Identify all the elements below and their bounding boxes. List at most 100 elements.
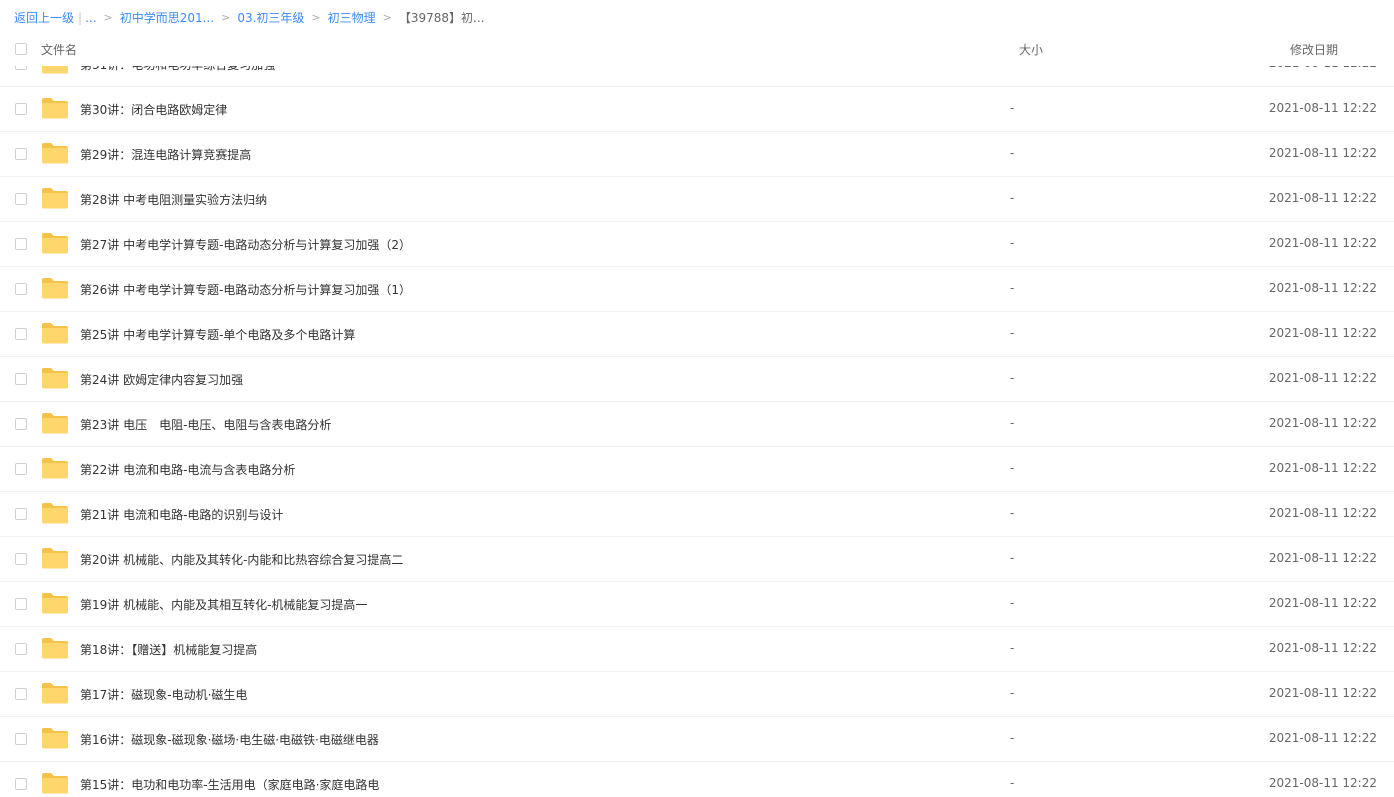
table-row[interactable]: 第30讲：闭合电路欧姆定律 - 2021-08-11 12:22 — [0, 87, 1394, 132]
row-checkbox[interactable] — [15, 373, 27, 385]
file-size: - — [1010, 776, 1015, 790]
folder-icon — [42, 458, 68, 479]
folder-icon — [42, 503, 68, 524]
table-row[interactable]: 第18讲：【赠送】机械能复习提高 - 2021-08-11 12:22 — [0, 627, 1394, 672]
file-date: 2021-08-11 12:22 — [1268, 371, 1377, 385]
row-checkbox[interactable] — [15, 688, 27, 700]
file-name[interactable]: 第28讲 中考电阻测量实验方法归纳 — [80, 191, 267, 208]
folder-icon — [42, 98, 68, 119]
table-row[interactable]: 第15讲：电功和电功率-生活用电（家庭电路·家庭电路电 - 2021-08-11 1… — [0, 762, 1394, 797]
file-size: - — [1010, 371, 1015, 385]
table-row[interactable]: 第24讲 欧姆定律内容复习加强 - 2021-08-11 12:22 — [0, 357, 1394, 402]
row-checkbox[interactable] — [15, 643, 27, 655]
table-row[interactable]: 第28讲 中考电阻测量实验方法归纳 - 2021-08-11 12:22 — [0, 177, 1394, 222]
file-name[interactable]: 第18讲：【赠送】机械能复习提高 — [80, 641, 257, 658]
table-row[interactable]: 第26讲 中考电学计算专题-电路动态分析与计算复习加强（1） - 2021-08-1… — [0, 267, 1394, 312]
file-name[interactable]: 第22讲 电流和电路-电流与含表电路分析 — [80, 461, 295, 478]
file-size: - — [1010, 281, 1015, 295]
file-date: 2021-08-11 12:22 — [1268, 326, 1377, 340]
row-checkbox[interactable] — [15, 598, 27, 610]
row-checkbox[interactable] — [15, 733, 27, 745]
file-date: 2021-08-11 12:22 — [1268, 776, 1377, 790]
file-name[interactable]: 第16讲：磁现象-磁现象·磁场·电生磁·电磁铁·电磁继电器 — [80, 731, 379, 748]
file-manager-page: 返回上一级 | ... > 初中学而思201... > 03.初三年级 > 初三… — [0, 0, 1394, 797]
folder-icon — [42, 593, 68, 614]
column-header-date[interactable]: 修改日期 — [1290, 41, 1338, 58]
row-checkbox[interactable] — [15, 238, 27, 250]
file-size: - — [1010, 551, 1015, 565]
file-name[interactable]: 第24讲 欧姆定律内容复习加强 — [80, 371, 243, 388]
file-size: - — [1010, 641, 1015, 655]
file-date: 2021-08-11 12:22 — [1268, 236, 1377, 250]
file-name[interactable]: 第23讲 电压 电阻-电压、电阻与含表电路分析 — [80, 416, 331, 433]
table-row[interactable]: 第16讲：磁现象-磁现象·磁场·电生磁·电磁铁·电磁继电器 - 2021-08-11… — [0, 717, 1394, 762]
file-date: 2021-08-11 12:22 — [1268, 191, 1377, 205]
file-name[interactable]: 第17讲：磁现象-电动机·磁生电 — [80, 686, 247, 703]
file-date: 2021-08-11 12:22 — [1268, 641, 1377, 655]
chevron-right-icon: > — [221, 11, 231, 24]
row-checkbox[interactable] — [15, 148, 27, 160]
file-size: - — [1010, 236, 1015, 250]
breadcrumb: 返回上一级 | ... > 初中学而思201... > 03.初三年级 > 初三… — [14, 9, 484, 27]
breadcrumb-current: 【39788】初... — [398, 11, 485, 25]
row-checkbox[interactable] — [15, 553, 27, 565]
folder-icon — [42, 773, 68, 794]
file-date: 2021-08-11 12:22 — [1268, 101, 1377, 115]
table-row[interactable]: 第19讲 机械能、内能及其相互转化-机械能复习提高一 - 2021-08-11 12… — [0, 582, 1394, 627]
folder-icon — [42, 638, 68, 659]
row-checkbox[interactable] — [15, 778, 27, 790]
file-name[interactable]: 第27讲 中考电学计算专题-电路动态分析与计算复习加强（2） — [80, 236, 411, 253]
table-row[interactable]: 第23讲 电压 电阻-电压、电阻与含表电路分析 - 2021-08-11 12:22 — [0, 402, 1394, 447]
file-size: - — [1010, 686, 1015, 700]
file-size: - — [1010, 101, 1015, 115]
row-checkbox[interactable] — [15, 508, 27, 520]
chevron-right-icon: > — [311, 11, 321, 24]
row-checkbox[interactable] — [15, 418, 27, 430]
file-name[interactable]: 第30讲：闭合电路欧姆定律 — [80, 101, 227, 118]
file-name[interactable]: 第29讲：混连电路计算竞赛提高 — [80, 146, 251, 163]
folder-icon — [42, 683, 68, 704]
table-row[interactable]: 第21讲 电流和电路-电路的识别与设计 - 2021-08-11 12:22 — [0, 492, 1394, 537]
file-size: - — [1010, 146, 1015, 160]
breadcrumb-item-1[interactable]: 03.初三年级 — [237, 9, 304, 27]
file-name[interactable]: 第20讲 机械能、内能及其转化-内能和比热容综合复习提高二 — [80, 551, 403, 568]
folder-icon — [42, 413, 68, 434]
breadcrumb-item-0[interactable]: 初中学而思201... — [120, 9, 214, 27]
file-date: 2021-08-11 12:22 — [1268, 551, 1377, 565]
row-checkbox[interactable] — [15, 103, 27, 115]
file-name[interactable]: 第15讲：电功和电功率-生活用电（家庭电路·家庭电路电 — [80, 776, 379, 793]
file-size: - — [1010, 506, 1015, 520]
table-row[interactable]: 第17讲：磁现象-电动机·磁生电 - 2021-08-11 12:22 — [0, 672, 1394, 717]
file-size: - — [1010, 416, 1015, 430]
row-checkbox[interactable] — [15, 328, 27, 340]
column-header-name[interactable]: 文件名 — [41, 41, 77, 58]
chevron-right-icon: > — [382, 11, 392, 24]
chevron-right-icon: > — [103, 11, 113, 24]
list-header: 文件名 大小 修改日期 — [0, 32, 1394, 66]
row-checkbox[interactable] — [15, 193, 27, 205]
breadcrumb-divider: | — [78, 11, 83, 25]
file-name[interactable]: 第19讲 机械能、内能及其相互转化-机械能复习提高一 — [80, 596, 367, 613]
table-row[interactable]: 第20讲 机械能、内能及其转化-内能和比热容综合复习提高二 - 2021-08-11… — [0, 537, 1394, 582]
file-name[interactable]: 第25讲 中考电学计算专题-单个电路及多个电路计算 — [80, 326, 355, 343]
row-checkbox[interactable] — [15, 463, 27, 475]
file-size: - — [1010, 461, 1015, 475]
table-row[interactable]: 第27讲 中考电学计算专题-电路动态分析与计算复习加强（2） - 2021-08-1… — [0, 222, 1394, 267]
table-row[interactable]: 第29讲：混连电路计算竞赛提高 - 2021-08-11 12:22 — [0, 132, 1394, 177]
table-row[interactable]: 第22讲 电流和电路-电流与含表电路分析 - 2021-08-11 12:22 — [0, 447, 1394, 492]
table-row[interactable]: 第25讲 中考电学计算专题-单个电路及多个电路计算 - 2021-08-11 12:… — [0, 312, 1394, 357]
file-name[interactable]: 第26讲 中考电学计算专题-电路动态分析与计算复习加强（1） — [80, 281, 411, 298]
file-date: 2021-08-11 12:22 — [1268, 461, 1377, 475]
breadcrumb-item-2[interactable]: 初三物理 — [328, 9, 376, 27]
breadcrumb-ellipsis[interactable]: ... — [85, 9, 96, 27]
file-size: - — [1010, 731, 1015, 745]
file-name[interactable]: 第21讲 电流和电路-电路的识别与设计 — [80, 506, 283, 523]
column-header-size[interactable]: 大小 — [1019, 41, 1043, 58]
file-size: - — [1010, 326, 1015, 340]
select-all-checkbox[interactable] — [15, 43, 27, 55]
row-checkbox[interactable] — [15, 283, 27, 295]
back-link[interactable]: 返回上一级 — [14, 9, 74, 27]
file-date: 2021-08-11 12:22 — [1268, 596, 1377, 610]
file-date: 2021-08-11 12:22 — [1268, 731, 1377, 745]
file-date: 2021-08-11 12:22 — [1268, 146, 1377, 160]
